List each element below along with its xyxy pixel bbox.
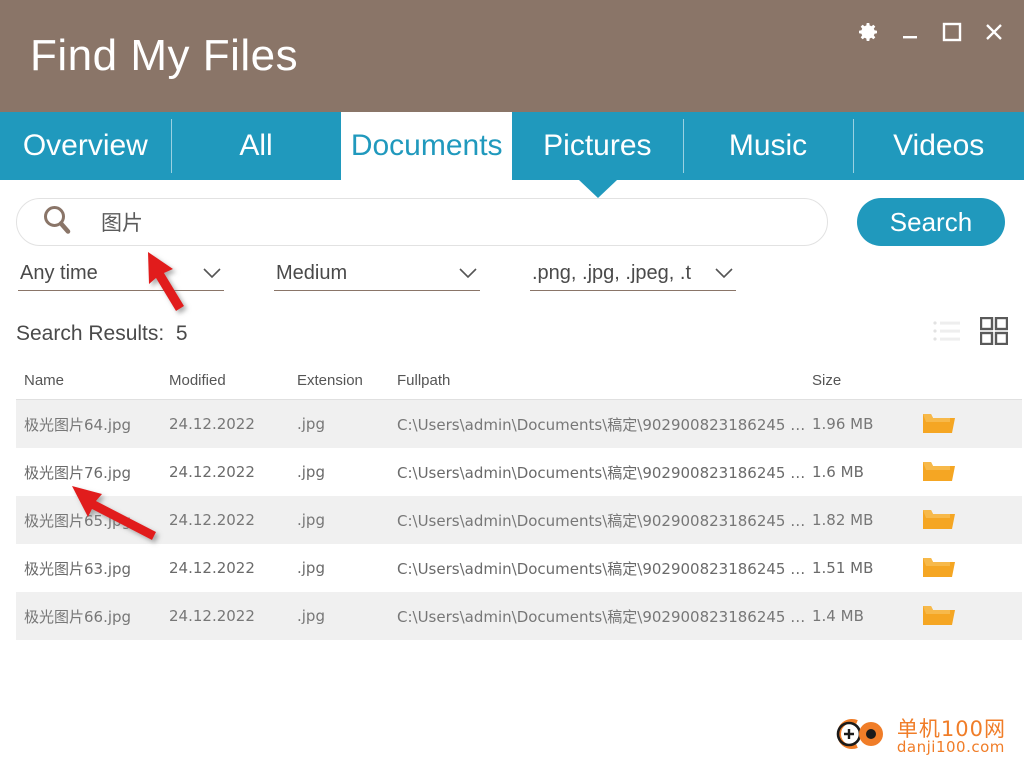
results-table: Name Modified Extension Fullpath Size 极光… [16, 364, 1022, 640]
table-row[interactable]: 极光图片66.jpg 24.12.2022 .jpg C:\Users\admi… [16, 592, 1022, 640]
search-input[interactable]: 图片 [16, 198, 828, 246]
open-folder-icon[interactable] [922, 462, 956, 487]
tab-label: Overview [22, 129, 148, 162]
results-count-label: Search Results: 5 [16, 322, 188, 346]
cell-extension: .jpg [297, 592, 397, 640]
watermark-text: 单机100网 danji100.com [897, 718, 1006, 756]
results-header: Search Results: 5 [0, 316, 1024, 350]
view-toggle-group [932, 316, 1009, 350]
open-folder-icon[interactable] [922, 414, 956, 439]
tab-label: Documents [350, 129, 503, 162]
cell-fullpath: C:\Users\admin\Documents\稿定\902900823186… [397, 592, 812, 640]
tab-label: All [239, 129, 273, 162]
cell-size: 1.4 MB [812, 592, 922, 640]
chevron-down-icon [202, 267, 222, 285]
search-button[interactable]: Search [857, 198, 1005, 246]
tab-documents[interactable]: Documents [341, 112, 513, 180]
window-controls [854, 18, 1008, 46]
cell-fullpath: C:\Users\admin\Documents\稿定\902900823186… [397, 544, 812, 592]
column-header-size[interactable]: Size [812, 364, 922, 400]
cell-size: 1.6 MB [812, 448, 922, 496]
cell-name: 极光图片76.jpg [16, 448, 169, 496]
table-header-row: Name Modified Extension Fullpath Size [16, 364, 1022, 400]
search-icon [39, 202, 75, 243]
app-title: Find My Files [30, 31, 299, 80]
cell-modified: 24.12.2022 [169, 592, 297, 640]
cell-fullpath: C:\Users\admin\Documents\稿定\902900823186… [397, 448, 812, 496]
cell-modified: 24.12.2022 [169, 448, 297, 496]
column-header-fullpath[interactable]: Fullpath [397, 364, 812, 400]
cell-name: 极光图片64.jpg [16, 399, 169, 448]
cell-size: 1.96 MB [812, 399, 922, 448]
column-header-extension[interactable]: Extension [297, 364, 397, 400]
open-folder-icon[interactable] [922, 510, 956, 535]
cell-size: 1.82 MB [812, 496, 922, 544]
results-table-body: 极光图片64.jpg 24.12.2022 .jpg C:\Users\admi… [16, 399, 1022, 640]
chevron-down-icon [714, 267, 734, 285]
tab-videos[interactable]: Videos [853, 112, 1024, 180]
title-bar: Find My Files [0, 0, 1024, 112]
table-row[interactable]: 极光图片64.jpg 24.12.2022 .jpg C:\Users\admi… [16, 399, 1022, 448]
cell-modified: 24.12.2022 [169, 496, 297, 544]
cell-action [922, 544, 1022, 592]
cell-name: 极光图片63.jpg [16, 544, 169, 592]
results-table-head: Name Modified Extension Fullpath Size [16, 364, 1022, 400]
filter-value: Any time [20, 262, 98, 284]
chevron-down-icon [458, 267, 478, 285]
open-folder-icon[interactable] [922, 558, 956, 583]
watermark: 单机100网 danji100.com [831, 716, 1006, 757]
column-header-modified[interactable]: Modified [169, 364, 297, 400]
filter-row: Any time Medium .png, .jpg, .jpeg, .t [16, 262, 1008, 291]
cell-action [922, 399, 1022, 448]
minimize-icon[interactable] [896, 18, 924, 46]
extension-filter-dropdown[interactable]: .png, .jpg, .jpeg, .t [530, 262, 736, 291]
watermark-cn: 单机100网 [896, 716, 1006, 741]
table-row[interactable]: 极光图片65.jpg 24.12.2022 .jpg C:\Users\admi… [16, 496, 1022, 544]
cell-action [922, 448, 1022, 496]
cell-modified: 24.12.2022 [169, 399, 297, 448]
tab-label: Pictures [543, 129, 652, 162]
maximize-icon[interactable] [938, 18, 966, 46]
search-query-text: 图片 [101, 211, 143, 235]
list-view-icon[interactable] [932, 319, 962, 348]
tab-music[interactable]: Music [682, 112, 854, 180]
cell-extension: .jpg [297, 496, 397, 544]
cell-size: 1.51 MB [812, 544, 922, 592]
open-folder-icon[interactable] [922, 606, 956, 631]
filter-value: .png, .jpg, .jpeg, .t [532, 262, 691, 284]
grid-view-icon[interactable] [979, 316, 1009, 350]
filter-value: Medium [276, 262, 348, 284]
table-row[interactable]: 极光图片63.jpg 24.12.2022 .jpg C:\Users\admi… [16, 544, 1022, 592]
cell-name: 极光图片65.jpg [16, 496, 169, 544]
cell-name: 极光图片66.jpg [16, 592, 169, 640]
tab-all[interactable]: All [170, 112, 342, 180]
cell-action [922, 496, 1022, 544]
cell-modified: 24.12.2022 [169, 544, 297, 592]
close-icon[interactable] [980, 18, 1008, 46]
search-row: 图片 Search [16, 198, 1008, 246]
tab-pointer-triangle [579, 180, 617, 198]
cell-action [922, 592, 1022, 640]
size-filter-dropdown[interactable]: Medium [274, 262, 480, 291]
settings-gear-icon[interactable] [854, 18, 882, 46]
tab-pictures[interactable]: Pictures [512, 112, 683, 180]
search-area: 图片 Search Any time Medium .png, .jpg, .j… [0, 198, 1024, 291]
results-label: Search Results: [16, 321, 165, 345]
cell-extension: .jpg [297, 399, 397, 448]
cell-fullpath: C:\Users\admin\Documents\稿定\902900823186… [397, 496, 812, 544]
results-count-value: 5 [175, 321, 188, 345]
column-header-action [922, 364, 1022, 400]
time-filter-dropdown[interactable]: Any time [18, 262, 224, 291]
cell-extension: .jpg [297, 544, 397, 592]
tab-label: Music [728, 129, 808, 162]
table-row[interactable]: 极光图片76.jpg 24.12.2022 .jpg C:\Users\admi… [16, 448, 1022, 496]
tab-bar: Overview All Documents Pictures Music Vi… [0, 112, 1024, 198]
tab-overview[interactable]: Overview [0, 112, 171, 180]
watermark-logo-icon [831, 716, 889, 757]
cell-fullpath: C:\Users\admin\Documents\稿定\902900823186… [397, 399, 812, 448]
tab-label: Videos [893, 129, 985, 162]
watermark-en: danji100.com [896, 737, 1005, 756]
cell-extension: .jpg [297, 448, 397, 496]
column-header-name[interactable]: Name [16, 364, 169, 400]
